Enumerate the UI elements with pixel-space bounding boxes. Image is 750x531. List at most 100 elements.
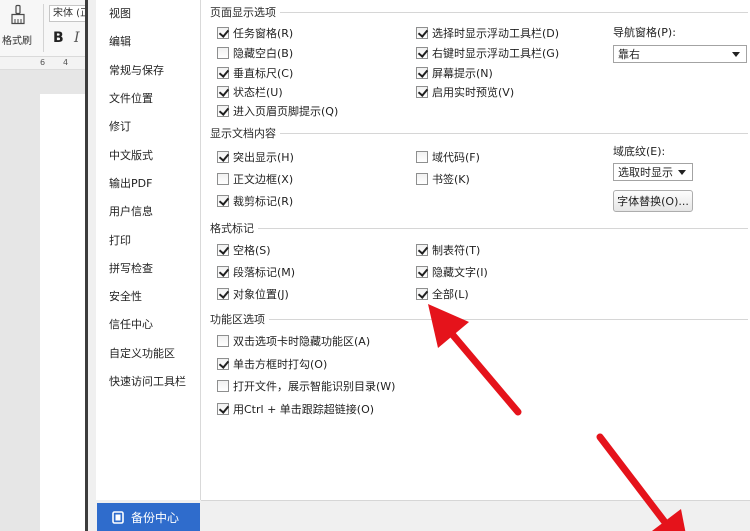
editor-background: 格式刷 宋体 (正 B I 6 4 xyxy=(0,0,86,531)
checkbox[interactable] xyxy=(217,173,229,185)
option-hidden-text[interactable]: 隐藏文字(I) xyxy=(416,264,488,280)
font-substitution-button[interactable]: 字体替换(O)... xyxy=(613,190,693,212)
font-name-box[interactable]: 宋体 (正 xyxy=(49,5,86,22)
checkbox[interactable] xyxy=(416,86,428,98)
sidebar-item-file-locations[interactable]: 文件位置 xyxy=(96,84,200,112)
sidebar-item-view[interactable]: 视图 xyxy=(96,0,200,27)
checkbox[interactable] xyxy=(217,266,229,278)
checkbox[interactable] xyxy=(217,47,229,59)
toolbar-divider xyxy=(43,4,44,52)
option-screen-tips[interactable]: 屏幕提示(N) xyxy=(416,65,493,81)
checkbox[interactable] xyxy=(416,151,428,163)
option-label: 裁剪标记(R) xyxy=(233,195,294,208)
option-double-click-hide-ribbon[interactable]: 双击选项卡时隐藏功能区(A) xyxy=(217,333,370,349)
option-smart-toc-on-open[interactable]: 打开文件，展示智能识别目录(W) xyxy=(217,378,395,394)
sidebar-item-user-info[interactable]: 用户信息 xyxy=(96,197,200,225)
backup-center-button[interactable]: 备份中心 xyxy=(97,503,200,531)
chevron-down-icon[interactable] xyxy=(732,51,740,57)
option-label: 书签(K) xyxy=(432,173,470,186)
option-label: 用Ctrl + 单击跟踪超链接(O) xyxy=(233,403,375,416)
checkbox[interactable] xyxy=(217,27,229,39)
checkbox[interactable] xyxy=(217,288,229,300)
checkbox[interactable] xyxy=(416,67,428,79)
backup-icon xyxy=(112,510,124,524)
option-tab-characters[interactable]: 制表符(T) xyxy=(416,242,480,258)
document-page[interactable] xyxy=(40,94,86,531)
sidebar-item-spelling[interactable]: 拼写检查 xyxy=(96,254,200,282)
sidebar-item-export-pdf[interactable]: 输出PDF xyxy=(96,169,200,197)
option-label: 双击选项卡时隐藏功能区(A) xyxy=(233,335,371,348)
option-header-footer-hint[interactable]: 进入页眉页脚提示(Q) xyxy=(217,103,338,119)
option-spaces[interactable]: 空格(S) xyxy=(217,242,271,258)
option-status-bar[interactable]: 状态栏(U) xyxy=(217,84,283,100)
options-content: 页面显示选项 任务窗格(R) 隐藏空白(B) 垂直标尺(C) 状态栏(U) 进入… xyxy=(201,0,750,500)
checkbox[interactable] xyxy=(416,27,428,39)
option-vertical-ruler[interactable]: 垂直标尺(C) xyxy=(217,65,293,81)
bold-button[interactable]: B xyxy=(53,30,64,46)
option-paragraph-marks[interactable]: 段落标记(M) xyxy=(217,264,295,280)
option-live-preview[interactable]: 启用实时预览(V) xyxy=(416,84,514,100)
checkbox[interactable] xyxy=(217,67,229,79)
sidebar-item-print[interactable]: 打印 xyxy=(96,225,200,253)
format-painter-label[interactable]: 格式刷 xyxy=(2,32,32,47)
option-float-toolbar-on-select[interactable]: 选择时显示浮动工具栏(D) xyxy=(416,25,559,41)
option-bookmarks[interactable]: 书签(K) xyxy=(416,171,470,187)
sidebar-item-trust-center[interactable]: 信任中心 xyxy=(96,310,200,338)
option-label: 任务窗格(R) xyxy=(233,27,294,40)
option-highlight[interactable]: 突出显示(H) xyxy=(217,149,294,165)
option-label: 突出显示(H) xyxy=(233,151,294,164)
checkbox[interactable] xyxy=(217,151,229,163)
option-ctrl-click-hyperlink[interactable]: 用Ctrl + 单击跟踪超链接(O) xyxy=(217,401,374,417)
option-label: 隐藏文字(I) xyxy=(432,266,488,279)
checkbox[interactable] xyxy=(416,244,428,256)
sidebar-item-security[interactable]: 安全性 xyxy=(96,282,200,310)
option-label: 屏幕提示(N) xyxy=(432,67,493,80)
section-page-display: 页面显示选项 xyxy=(210,5,748,19)
option-label: 域代码(F) xyxy=(432,151,480,164)
field-shading-label: 域底纹(E): xyxy=(613,145,666,158)
option-hide-whitespace[interactable]: 隐藏空白(B) xyxy=(217,45,293,61)
option-float-toolbar-on-right-click[interactable]: 右键时显示浮动工具栏(G) xyxy=(416,45,559,61)
option-label: 进入页眉页脚提示(Q) xyxy=(233,105,339,118)
checkbox[interactable] xyxy=(416,47,428,59)
nav-pane-select[interactable]: 靠右 xyxy=(613,45,747,63)
option-label: 隐藏空白(B) xyxy=(233,47,294,60)
backup-center-label: 备份中心 xyxy=(131,510,180,525)
checkbox[interactable] xyxy=(217,105,229,117)
checkbox[interactable] xyxy=(416,266,428,278)
sidebar-item-general-save[interactable]: 常规与保存 xyxy=(96,56,200,84)
option-all-marks[interactable]: 全部(L) xyxy=(416,286,469,302)
checkbox[interactable] xyxy=(217,403,229,415)
section-divider xyxy=(269,318,748,320)
sidebar-item-track-changes[interactable]: 修订 xyxy=(96,112,200,140)
sidebar-item-chinese-layout[interactable]: 中文版式 xyxy=(96,140,200,168)
checkbox[interactable] xyxy=(217,358,229,370)
checkbox[interactable] xyxy=(217,380,229,392)
checkbox[interactable] xyxy=(217,195,229,207)
sidebar-item-edit[interactable]: 编辑 xyxy=(96,27,200,55)
option-task-pane[interactable]: 任务窗格(R) xyxy=(217,25,293,41)
field-shading-value: 选取时显示 xyxy=(618,166,673,179)
field-shading-select[interactable]: 选取时显示 xyxy=(613,163,693,181)
option-crop-marks[interactable]: 裁剪标记(R) xyxy=(217,193,293,209)
option-label: 垂直标尺(C) xyxy=(233,67,294,80)
option-text-boundaries[interactable]: 正文边框(X) xyxy=(217,171,293,187)
option-object-anchors[interactable]: 对象位置(J) xyxy=(217,286,289,302)
checkbox[interactable] xyxy=(416,173,428,185)
section-divider xyxy=(280,11,748,13)
sidebar-item-customize-ribbon[interactable]: 自定义功能区 xyxy=(96,339,200,367)
section-title: 显示文档内容 xyxy=(210,127,276,140)
italic-button[interactable]: I xyxy=(74,30,80,46)
sidebar-item-quick-access-toolbar[interactable]: 快速访问工具栏 xyxy=(96,367,200,395)
brush-icon[interactable] xyxy=(9,4,27,26)
checkbox[interactable] xyxy=(416,288,428,300)
section-title: 页面显示选项 xyxy=(210,6,276,19)
checkbox[interactable] xyxy=(217,86,229,98)
checkbox[interactable] xyxy=(217,244,229,256)
chevron-down-icon[interactable] xyxy=(678,169,686,175)
option-click-box-to-check[interactable]: 单击方框时打勾(O) xyxy=(217,356,327,372)
ruler-number: 4 xyxy=(63,58,69,67)
option-label: 右键时显示浮动工具栏(G) xyxy=(432,47,560,60)
option-field-codes[interactable]: 域代码(F) xyxy=(416,149,480,165)
checkbox[interactable] xyxy=(217,335,229,347)
